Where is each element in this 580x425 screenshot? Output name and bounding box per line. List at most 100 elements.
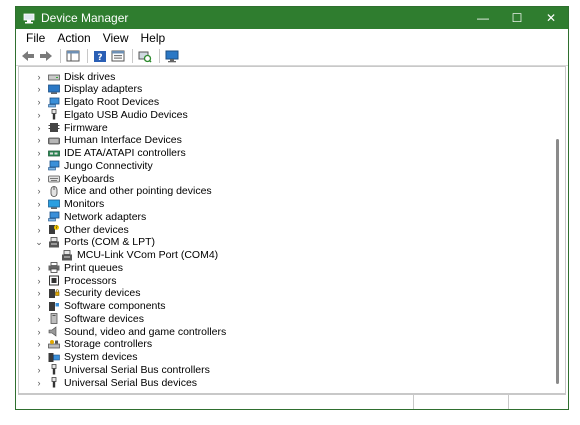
chevron-right-icon[interactable]: › xyxy=(34,352,44,362)
monitor-icon[interactable] xyxy=(164,49,180,63)
chevron-right-icon[interactable]: › xyxy=(34,327,44,337)
tree-category-item[interactable]: › Elgato Root Devices xyxy=(19,96,160,109)
chevron-right-icon[interactable]: › xyxy=(34,288,44,298)
chevron-right-icon[interactable]: › xyxy=(34,135,44,145)
chevron-right-icon[interactable]: › xyxy=(34,174,44,184)
menu-bar: File Action View Help xyxy=(16,29,568,47)
vertical-scrollbar[interactable] xyxy=(551,67,565,393)
chevron-right-icon[interactable]: › xyxy=(34,199,44,209)
tree-item-label: Network adapters xyxy=(64,210,147,223)
ide-controller-icon xyxy=(48,148,60,159)
maximize-button[interactable]: ☐ xyxy=(500,7,534,29)
tree-item-label: MCU-Link VCom Port (COM4) xyxy=(77,249,219,261)
chevron-down-icon[interactable]: ⌄ xyxy=(34,237,44,248)
software-device-icon xyxy=(48,313,60,325)
tree-category-item[interactable]: › Monitors xyxy=(19,198,105,211)
chevron-right-icon[interactable]: › xyxy=(34,263,44,273)
scrollbar-thumb[interactable] xyxy=(556,139,559,384)
tree-category-item[interactable]: › Elgato USB Audio Devices xyxy=(19,108,188,121)
tree-category-item[interactable]: › Firmware xyxy=(19,121,108,134)
chevron-right-icon[interactable]: › xyxy=(34,301,44,311)
tree-item-label: Software devices xyxy=(64,312,144,325)
tree-category-item[interactable]: › Jungo Connectivity xyxy=(19,159,153,172)
chevron-right-icon[interactable]: › xyxy=(34,225,44,235)
menu-view[interactable]: View xyxy=(97,31,135,45)
help-icon[interactable]: ? xyxy=(92,49,108,63)
properties-pane-icon[interactable] xyxy=(110,49,126,63)
window-title: Device Manager xyxy=(41,11,129,25)
tree-category-item[interactable]: › Software devices xyxy=(19,312,144,325)
tree-item-label: Processors xyxy=(64,274,117,287)
tree-category-item[interactable]: › Sound, video and game controllers xyxy=(19,325,227,338)
tree-item-label: Ports (COM & LPT) xyxy=(64,236,156,249)
usb-icon xyxy=(48,364,60,375)
chevron-right-icon[interactable]: › xyxy=(34,276,44,286)
chevron-right-icon[interactable]: › xyxy=(34,212,44,222)
tree-category-item[interactable]: ⌄ Ports (COM & LPT) xyxy=(19,236,155,249)
show-hide-console-tree-icon[interactable] xyxy=(65,49,81,63)
chevron-right-icon[interactable]: › xyxy=(34,314,44,324)
security-icon xyxy=(48,288,60,299)
chevron-right-icon[interactable]: › xyxy=(34,84,44,94)
tree-item-label: Storage controllers xyxy=(64,338,153,351)
menu-help[interactable]: Help xyxy=(135,31,172,45)
chevron-right-icon[interactable]: › xyxy=(34,378,44,388)
chevron-right-icon[interactable]: › xyxy=(34,365,44,375)
other-device-icon: ? xyxy=(48,224,60,235)
chevron-right-icon[interactable]: › xyxy=(34,161,44,171)
software-component-icon xyxy=(48,301,60,312)
chevron-right-icon[interactable]: › xyxy=(34,148,44,158)
tree-item-label: Monitors xyxy=(64,198,105,210)
tree-item-label: IDE ATA/ATAPI controllers xyxy=(64,147,186,159)
chevron-right-icon[interactable]: › xyxy=(34,110,44,120)
close-button[interactable]: ✕ xyxy=(534,7,568,29)
tree-category-item[interactable]: › Network adapters xyxy=(19,210,147,223)
tree-category-item[interactable]: › Mice and other pointing devices xyxy=(19,185,212,198)
firmware-icon xyxy=(48,122,60,133)
toolbar-separator xyxy=(159,49,160,63)
chevron-right-icon[interactable]: › xyxy=(34,123,44,133)
tree-item-label: Print queues xyxy=(64,261,123,274)
tree-category-item[interactable]: › IDE ATA/ATAPI controllers xyxy=(19,147,186,160)
status-segment xyxy=(414,395,509,409)
tree-category-item[interactable]: › Security devices xyxy=(19,287,141,300)
tree-category-item[interactable]: › Universal Serial Bus devices xyxy=(19,376,198,389)
tree-item-label: System devices xyxy=(64,351,138,363)
menu-file[interactable]: File xyxy=(20,31,51,45)
chevron-right-icon[interactable]: › xyxy=(34,97,44,107)
tree-item-label: Elgato Root Devices xyxy=(64,96,160,108)
chevron-right-icon[interactable]: › xyxy=(34,339,44,349)
tree-item-label: Display adapters xyxy=(64,83,143,96)
tree-category-item[interactable]: › Human Interface Devices xyxy=(19,134,182,147)
tree-category-item[interactable]: › Processors xyxy=(19,274,117,287)
tree-category-item[interactable]: › Storage controllers xyxy=(19,338,153,351)
display-adapter-icon xyxy=(48,84,60,95)
menu-action[interactable]: Action xyxy=(51,31,96,45)
back-arrow-icon[interactable] xyxy=(20,49,36,63)
tree-category-item[interactable]: › Print queues xyxy=(19,261,123,274)
title-bar[interactable]: Device Manager — ☐ ✕ xyxy=(16,7,568,29)
keyboard-icon xyxy=(48,173,60,184)
tree-child-item[interactable]: MCU-Link VCom Port (COM4) xyxy=(19,249,218,262)
tree-item-label: Software components xyxy=(64,300,166,312)
tree-category-item[interactable]: ›? Other devices xyxy=(19,223,129,236)
tree-item-label: Human Interface Devices xyxy=(64,134,182,147)
system-device-icon xyxy=(48,352,60,363)
tree-category-item[interactable]: › Software components xyxy=(19,300,166,313)
tree-category-item[interactable]: › Keyboards xyxy=(19,172,115,185)
tree-category-item[interactable]: › Disk drives xyxy=(19,70,116,83)
hid-icon xyxy=(48,135,60,146)
chevron-right-icon[interactable]: › xyxy=(34,72,44,82)
toolbar-separator xyxy=(132,49,133,63)
tree-category-item[interactable]: › System devices xyxy=(19,351,138,364)
minimize-button[interactable]: — xyxy=(466,7,500,29)
tree-item-label: Other devices xyxy=(64,223,129,236)
toolbar-separator xyxy=(87,49,88,63)
scan-hardware-icon[interactable] xyxy=(137,49,153,63)
chevron-right-icon[interactable]: › xyxy=(34,186,44,196)
tree-category-item[interactable]: › Display adapters xyxy=(19,83,143,96)
status-segment xyxy=(18,395,414,409)
tree-category-item[interactable]: › Universal Serial Bus controllers xyxy=(19,363,210,376)
toolbar: ? xyxy=(16,47,568,66)
forward-arrow-icon[interactable] xyxy=(38,49,54,63)
